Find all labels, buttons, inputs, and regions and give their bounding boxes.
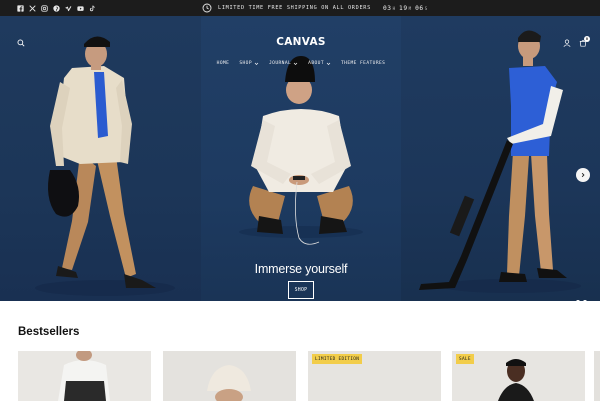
social-links (17, 3, 96, 13)
nav-item-theme-features[interactable]: THEME FEATURES (341, 61, 385, 66)
vimeo-icon[interactable] (65, 5, 72, 12)
nav-item-label: HOME (216, 61, 230, 66)
chevron-down-icon (254, 62, 259, 65)
nav-item-shop[interactable]: SHOP (239, 61, 259, 66)
nav-item-label: ABOUT (308, 61, 325, 66)
timer-seconds-unit: S (424, 5, 428, 11)
hero-image-center (201, 16, 401, 301)
timer-hours: 03 (382, 4, 392, 12)
chevron-down-icon (293, 62, 298, 65)
pinterest-icon[interactable] (53, 4, 60, 12)
limited-edition-badge: LIMITED EDITION (312, 354, 363, 364)
nav-item-label: JOURNAL (269, 61, 292, 66)
nav-item-about[interactable]: ABOUT (308, 61, 331, 66)
clock-icon (202, 3, 212, 13)
bestsellers-heading: Bestsellers (18, 326, 80, 338)
nav-item-label: THEME FEATURES (341, 61, 386, 66)
announcement-text: LIMITED TIME FREE SHIPPING ON ALL ORDERS (218, 5, 371, 11)
product-card[interactable]: SALE (452, 351, 585, 401)
announcement: LIMITED TIME FREE SHIPPING ON ALL ORDERS… (202, 2, 430, 14)
chevron-right-icon (581, 172, 585, 178)
slide-dot-1[interactable] (576, 300, 580, 304)
nav-item-home[interactable]: HOME (217, 61, 230, 66)
x-icon[interactable] (29, 4, 36, 12)
product-card[interactable]: LIMITED EDITION (308, 351, 441, 401)
shop-button[interactable]: SHOP (288, 281, 314, 299)
slide-dot-2[interactable] (583, 300, 587, 304)
hero-image-right (401, 16, 600, 301)
main-navigation: HOME SHOP JOURNAL ABOUT THEME FEATURES (201, 61, 401, 66)
instagram-icon[interactable] (41, 4, 48, 12)
next-slide-button[interactable] (576, 168, 590, 182)
timer-seconds: 06 (415, 4, 424, 12)
nav-item-label: SHOP (239, 61, 252, 66)
timer-hours-unit: H (392, 5, 396, 11)
timer-minutes: 19 (399, 4, 408, 12)
nav-item-journal[interactable]: JOURNAL (269, 61, 298, 66)
hero-title: Immerse yourself (254, 262, 348, 276)
youtube-icon[interactable] (77, 5, 84, 12)
chevron-down-icon (326, 62, 331, 65)
product-image (163, 351, 296, 401)
product-image (18, 351, 151, 401)
facebook-icon[interactable] (17, 4, 24, 12)
tiktok-icon[interactable] (89, 5, 96, 12)
cart-count-badge: 0 (584, 36, 590, 42)
hero-slideshow: CANVAS HOME SHOP JOURNAL ABOUT THEME FEA… (0, 16, 600, 304)
search-icon[interactable] (15, 37, 27, 49)
cart-button[interactable]: 0 (576, 36, 590, 49)
announcement-bar: LIMITED TIME FREE SHIPPING ON ALL ORDERS… (0, 0, 600, 16)
hero-image-left (0, 16, 201, 301)
product-card-partial[interactable] (594, 351, 600, 401)
slide-pagination (576, 300, 587, 304)
product-carousel: LIMITED EDITION SALE (18, 351, 600, 401)
product-card[interactable] (18, 351, 151, 401)
sale-badge: SALE (456, 354, 474, 364)
countdown-timer: 03 H 19 M 06 S (383, 5, 430, 12)
account-icon[interactable] (562, 38, 572, 48)
store-logo[interactable]: CANVAS (201, 36, 401, 48)
product-card[interactable] (163, 351, 296, 401)
timer-minutes-unit: M (408, 5, 412, 11)
